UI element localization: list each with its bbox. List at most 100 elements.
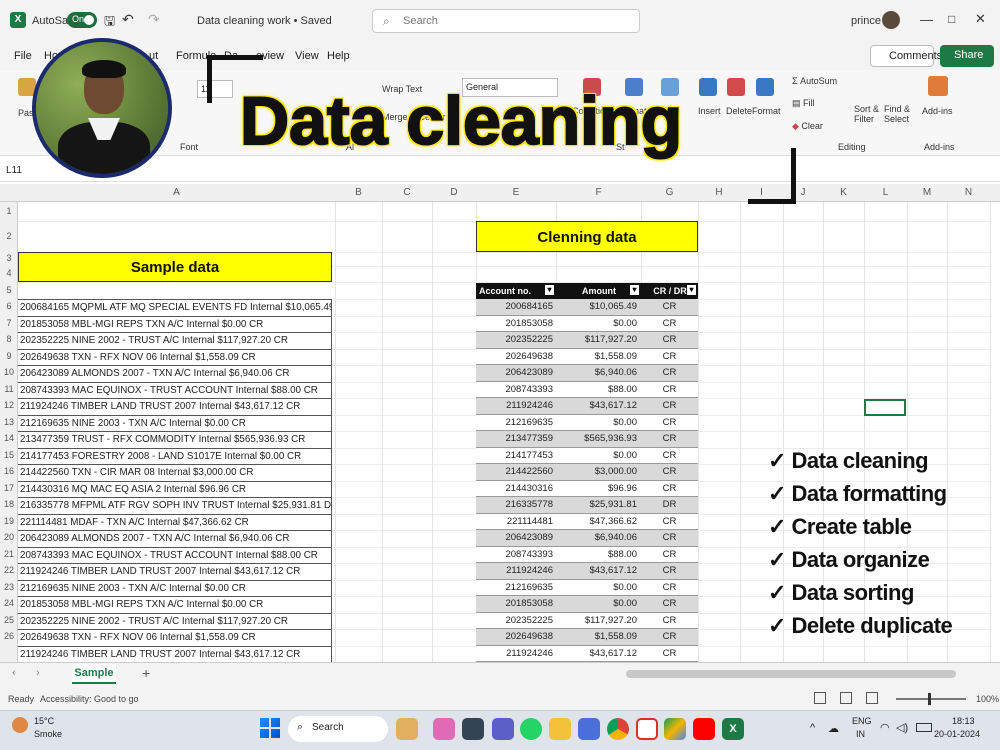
row-header-10[interactable]: 10 [0,367,18,377]
table-row[interactable]: 202649638 $1,558.09 CR [476,629,698,646]
cell-crdr[interactable]: CR [641,464,698,480]
drive-icon[interactable] [664,718,686,740]
cell-account[interactable]: 202649638 [476,629,556,645]
clock-time[interactable]: 18:13 [952,716,975,726]
view-normal-icon[interactable] [814,692,826,704]
table-row[interactable]: 208743393 $88.00 CR [476,546,698,563]
lang-1[interactable]: ENG [852,716,872,726]
format-icon[interactable] [756,78,774,96]
cell-amount[interactable]: $47,366.62 [556,514,641,530]
sample-data-row[interactable]: 200684165 MQPML ATF MQ SPECIAL EVENTS FD… [18,300,332,317]
row-header-9[interactable]: 9 [0,351,18,361]
table-row[interactable]: 211924246 $43,617.12 CR [476,398,698,415]
row-header-25[interactable]: 25 [0,615,18,625]
tray-onedrive-icon[interactable]: ☁ [828,722,839,735]
sample-data-row[interactable]: 211924246 TIMBER LAND TRUST 2007 Interna… [18,646,332,663]
cell-crdr[interactable]: CR [641,415,698,431]
doc-title[interactable]: Data cleaning work • Saved [197,15,332,27]
cell-amount[interactable]: $43,617.12 [556,646,641,662]
sample-data-row[interactable]: 214422560 TXN - CIR MAR 08 Internal $3,0… [18,465,332,482]
delete-icon[interactable] [727,78,745,96]
table-row[interactable]: 221114481 $47,366.62 CR [476,513,698,530]
table-row[interactable]: 212169635 $0.00 CR [476,414,698,431]
close-icon[interactable]: ✕ [975,11,986,27]
header-crdr[interactable]: CR / DR [641,283,698,299]
column-header-d[interactable]: D [432,187,476,198]
cell-amount[interactable]: $88.00 [556,547,641,563]
sort-filter-button[interactable]: Sort & Filter [854,104,879,124]
column-header-h[interactable]: H [698,187,740,198]
taskbar-search[interactable]: ⌕ Search [288,716,388,742]
row-header-6[interactable]: 6 [0,301,18,311]
minimize-icon[interactable]: — [920,12,933,27]
cell-crdr[interactable]: CR [641,398,698,414]
row-header-22[interactable]: 22 [0,565,18,575]
sample-data-row[interactable]: 202649638 TXN - RFX NOV 06 Internal $1,5… [18,349,332,366]
row-header-2[interactable]: 2 [0,231,18,241]
column-header-n[interactable]: N [947,187,990,198]
file-explorer-icon[interactable] [549,718,571,740]
header-amount[interactable]: Amount [556,283,641,299]
cell-amount[interactable]: $6,940.06 [556,530,641,546]
cell-account[interactable]: 201853058 [476,596,556,612]
view-layout-icon[interactable] [840,692,852,704]
column-header-l[interactable]: L [864,187,907,198]
sample-data-row[interactable]: 208743393 MAC EQUINOX - TRUST ACCOUNT In… [18,547,332,564]
cell-amount[interactable]: $0.00 [556,580,641,596]
row-header-17[interactable]: 17 [0,483,18,493]
sample-data-row[interactable]: 211924246 TIMBER LAND TRUST 2007 Interna… [18,564,332,581]
row-header-3[interactable]: 3 [0,253,18,263]
horizontal-scrollbar[interactable] [626,670,956,678]
column-header-k[interactable]: K [823,187,864,198]
table-row[interactable]: 201853058 $0.00 CR [476,315,698,332]
row-header-19[interactable]: 19 [0,516,18,526]
cell-account[interactable]: 216335778 [476,497,556,513]
cell-amount[interactable]: $43,617.12 [556,563,641,579]
sample-data-row[interactable]: 211924246 TIMBER LAND TRUST 2007 Interna… [18,399,332,416]
autosave-toggle[interactable]: On [67,12,97,28]
table-row[interactable]: 216335778 $25,931.81 DR [476,497,698,514]
menu-file[interactable]: File [14,50,32,62]
cell-account[interactable]: 211924246 [476,398,556,414]
row-header-24[interactable]: 24 [0,598,18,608]
tab-next-icon[interactable]: › [36,667,40,679]
cell-account[interactable]: 202352225 [476,332,556,348]
cell-account[interactable]: 206423089 [476,530,556,546]
save-icon[interactable]: 🖫 [104,12,115,34]
cell-amount[interactable]: $565,936.93 [556,431,641,447]
table-row[interactable]: 206423089 $6,940.06 CR [476,530,698,547]
sample-data-row[interactable]: 201853058 MBL-MGI REPS TXN A/C Internal … [18,316,332,333]
weather-desc[interactable]: Smoke [34,729,62,739]
cell-account[interactable]: 201853058 [476,316,556,332]
row-header-12[interactable]: 12 [0,400,18,410]
cell-amount[interactable]: $43,617.12 [556,398,641,414]
cell-amount[interactable]: $0.00 [556,596,641,612]
cell-crdr[interactable]: DR [641,497,698,513]
cell-amount[interactable]: $1,558.09 [556,629,641,645]
delete-button[interactable]: Delete [726,106,752,116]
table-row[interactable]: 201853058 $0.00 CR [476,596,698,613]
cell-crdr[interactable]: CR [641,448,698,464]
cell-account[interactable]: 206423089 [476,365,556,381]
cell-amount[interactable]: $0.00 [556,415,641,431]
cell-account[interactable]: 214177453 [476,448,556,464]
battery-icon[interactable] [916,723,932,732]
cell-crdr[interactable]: CR [641,629,698,645]
row-header-11[interactable]: 11 [0,384,18,394]
search-input[interactable]: ⌕ Search [372,9,640,33]
zoom-level[interactable]: 100% [976,694,999,704]
widgets-icon[interactable] [396,718,418,740]
sample-data-row[interactable]: 212169635 NINE 2003 - TXN A/C Internal $… [18,415,332,432]
cell-crdr[interactable]: CR [641,431,698,447]
row-header-15[interactable]: 15 [0,450,18,460]
row-header-23[interactable]: 23 [0,582,18,592]
tray-expand-icon[interactable]: ^ [810,722,815,734]
cell-account[interactable]: 213477359 [476,431,556,447]
sample-data-row[interactable]: 214177453 FORESTRY 2008 - LAND S1017E In… [18,448,332,465]
column-header-a[interactable]: A [18,187,335,198]
sample-data-row[interactable]: 206423089 ALMONDS 2007 - TXN A/C Interna… [18,366,332,383]
row-header-18[interactable]: 18 [0,499,18,509]
format-button[interactable]: Format [752,106,781,116]
cell-amount[interactable]: $1,558.09 [556,349,641,365]
row-header-20[interactable]: 20 [0,532,18,542]
